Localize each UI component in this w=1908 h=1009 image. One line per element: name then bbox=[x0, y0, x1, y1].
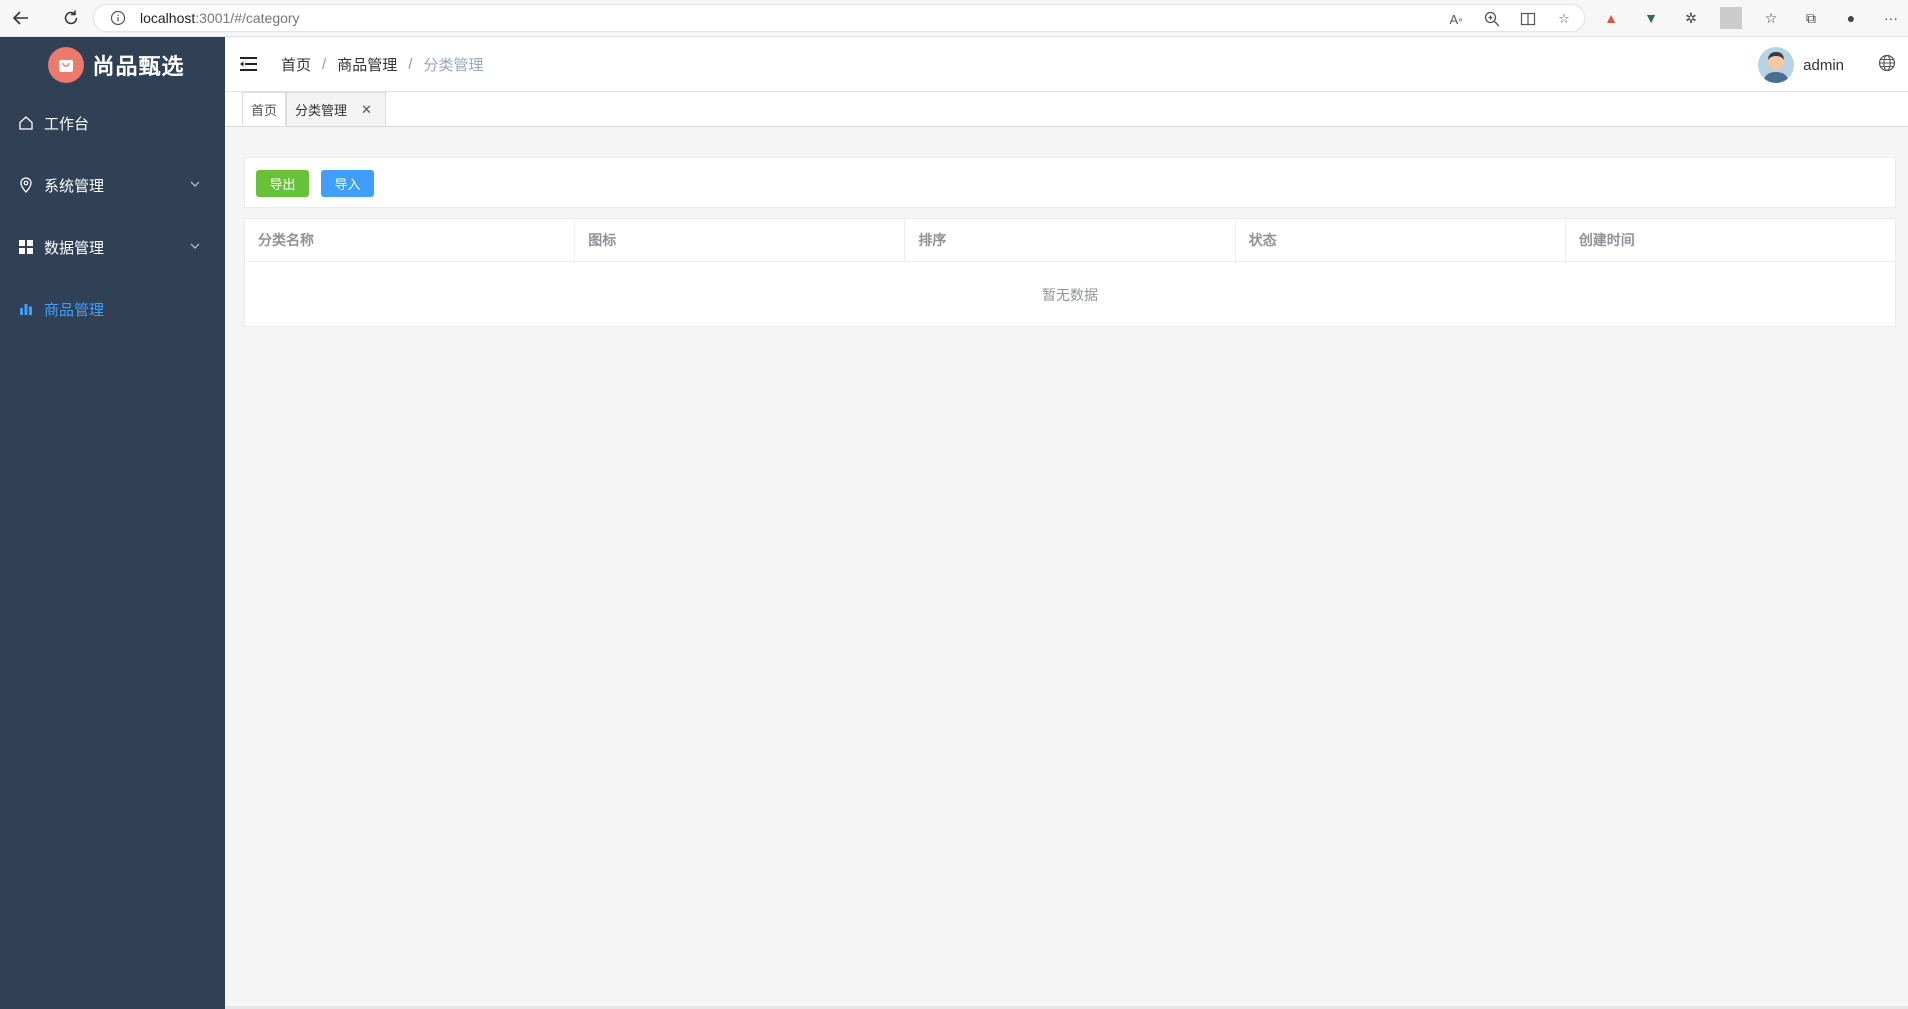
url-text: localhost:3001/#/category bbox=[140, 10, 300, 26]
sidebar: 尚品甄选 工作台 系统管理 数据管理 商品管理 bbox=[0, 37, 225, 1009]
tag-category[interactable]: 分类管理 ✕ bbox=[286, 92, 386, 127]
table-header: 分类名称 图标 排序 状态 创建时间 bbox=[245, 219, 1895, 262]
reload-icon bbox=[64, 10, 78, 25]
tag-label: 分类管理 bbox=[295, 103, 348, 118]
sidebar-item-products[interactable]: 商品管理 bbox=[0, 278, 225, 340]
language-switch[interactable] bbox=[1878, 54, 1896, 77]
breadcrumb-separator: / bbox=[322, 55, 327, 73]
app-title: 尚品甄选 bbox=[92, 53, 185, 79]
sidebar-item-label: 系统管理 bbox=[44, 177, 105, 195]
breadcrumb-products[interactable]: 商品管理 bbox=[337, 54, 397, 75]
top-header: 首页 / 商品管理 / 分类管理 admin bbox=[225, 37, 1908, 92]
menu-fold-icon bbox=[240, 57, 257, 71]
tags-view: 首页 分类管理 ✕ bbox=[225, 92, 1908, 127]
chevron-down-icon bbox=[190, 181, 200, 187]
avatar[interactable] bbox=[1758, 47, 1795, 83]
sidebar-item-label: 数据管理 bbox=[44, 239, 105, 257]
back-arrow-icon bbox=[12, 11, 28, 25]
favorites-icon[interactable]: ☆ bbox=[1760, 7, 1782, 29]
extensions-icon[interactable]: ✲ bbox=[1680, 7, 1702, 29]
bar-chart-icon bbox=[18, 301, 34, 317]
address-bar[interactable]: localhost:3001/#/category A» ☆ bbox=[93, 4, 1585, 32]
main-content: 导出 导入 分类名称 图标 排序 状态 创建时间 暂无数据 bbox=[225, 128, 1908, 1009]
extension-red-icon[interactable]: ▲ bbox=[1600, 7, 1622, 29]
vue-devtools-icon[interactable]: ▼ bbox=[1640, 7, 1662, 29]
close-icon[interactable]: ✕ bbox=[361, 102, 372, 118]
column-header-icon: 图标 bbox=[575, 219, 906, 261]
sidebar-item-label: 工作台 bbox=[44, 115, 90, 133]
toolbar-separator bbox=[1720, 7, 1742, 29]
chevron-down-icon bbox=[190, 243, 200, 249]
sidebar-item-data[interactable]: 数据管理 bbox=[0, 216, 225, 278]
column-header-status: 状态 bbox=[1236, 219, 1566, 261]
hamburger-toggle[interactable] bbox=[239, 54, 259, 74]
info-icon bbox=[110, 10, 126, 26]
column-header-name: 分类名称 bbox=[245, 219, 576, 261]
breadcrumb-separator: / bbox=[408, 55, 413, 73]
logo[interactable]: 尚品甄选 bbox=[0, 37, 225, 92]
tag-home[interactable]: 首页 bbox=[242, 92, 286, 127]
import-button[interactable]: 导入 bbox=[321, 170, 374, 197]
column-header-sort: 排序 bbox=[905, 219, 1236, 261]
browser-toolbar: localhost:3001/#/category A» ☆ ▲ ▼ ✲ ☆ ⧉… bbox=[0, 0, 1908, 37]
location-icon bbox=[18, 177, 34, 193]
grid-icon bbox=[18, 239, 34, 255]
breadcrumb-category: 分类管理 bbox=[423, 56, 484, 74]
action-toolbar: 导出 导入 bbox=[244, 157, 1896, 208]
empty-state: 暂无数据 bbox=[1042, 286, 1098, 303]
favorite-add-icon[interactable]: ☆ bbox=[1554, 9, 1574, 29]
sidebar-item-label: 商品管理 bbox=[44, 301, 105, 319]
user-menu[interactable]: admin bbox=[1758, 47, 1844, 83]
username[interactable]: admin bbox=[1803, 57, 1844, 74]
column-header-created: 创建时间 bbox=[1578, 232, 1635, 248]
back-button[interactable] bbox=[6, 3, 36, 33]
sidebar-item-workbench[interactable]: 工作台 bbox=[0, 92, 225, 154]
export-button[interactable]: 导出 bbox=[256, 170, 309, 197]
collections-icon[interactable]: ⧉ bbox=[1800, 7, 1822, 29]
sidebar-item-system[interactable]: 系统管理 bbox=[0, 154, 225, 216]
zoom-icon[interactable] bbox=[1482, 9, 1502, 29]
category-table: 分类名称 图标 排序 状态 创建时间 暂无数据 bbox=[244, 218, 1896, 327]
breadcrumb: 首页 / 商品管理 / 分类管理 bbox=[281, 54, 483, 75]
home-icon bbox=[18, 115, 34, 131]
split-screen-icon[interactable] bbox=[1518, 9, 1538, 29]
globe-icon bbox=[1878, 54, 1896, 72]
more-icon[interactable]: ··· bbox=[1880, 7, 1902, 29]
reload-button[interactable] bbox=[56, 3, 86, 33]
read-aloud-icon[interactable]: A» bbox=[1446, 9, 1466, 29]
logo-bag-icon bbox=[48, 46, 85, 83]
profile-icon[interactable]: ● bbox=[1840, 7, 1862, 29]
breadcrumb-home[interactable]: 首页 bbox=[281, 54, 311, 75]
tag-label: 首页 bbox=[251, 103, 278, 118]
